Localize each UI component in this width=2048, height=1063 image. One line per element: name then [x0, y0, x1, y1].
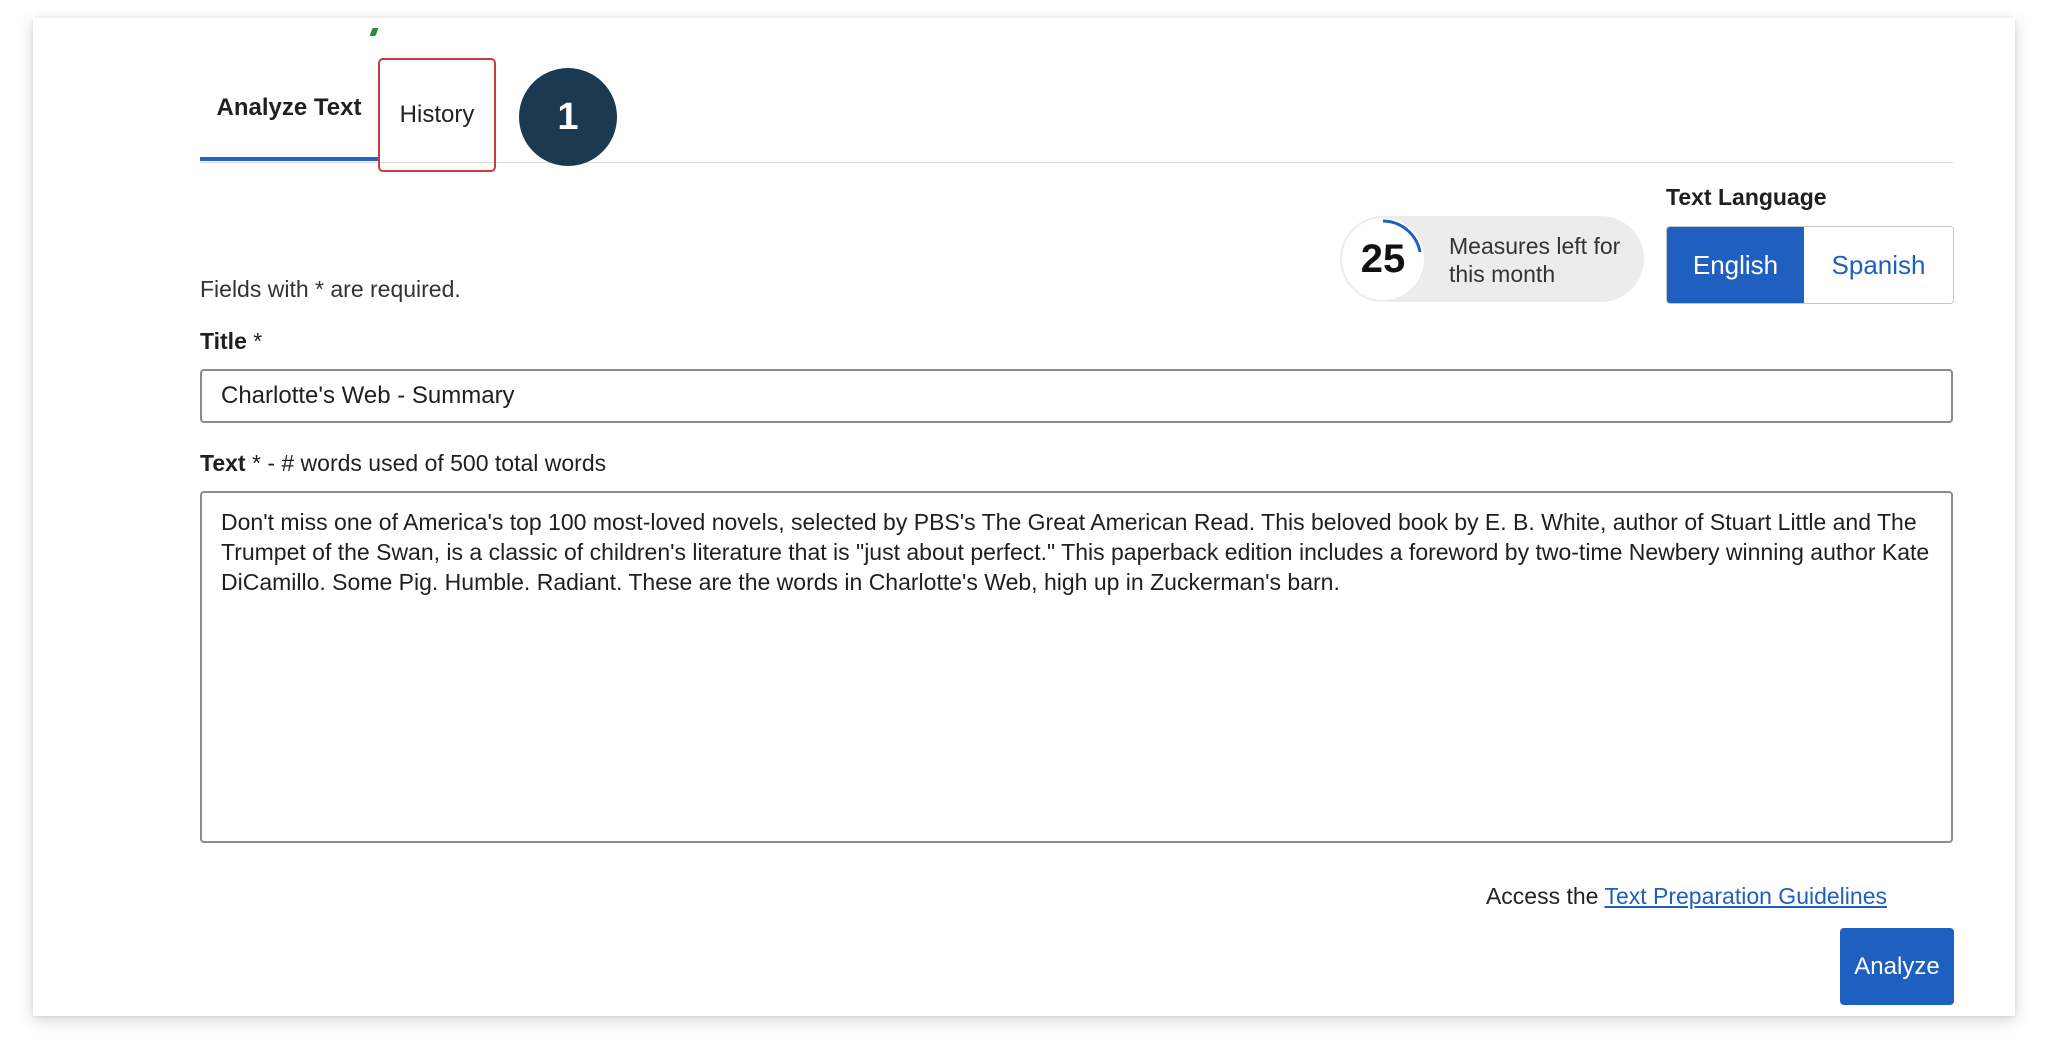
guidelines-note: Access the Text Preparation Guidelines [1486, 883, 1887, 910]
text-label-text: Text [200, 450, 246, 476]
language-english-button[interactable]: English [1667, 227, 1804, 303]
title-input[interactable] [200, 369, 1953, 423]
guidelines-prefix: Access the [1485, 883, 1605, 909]
title-field-label: Title * [200, 328, 262, 355]
title-label-text: Title [200, 328, 247, 354]
text-preparation-guidelines-link[interactable]: Text Preparation Guidelines [1604, 883, 1887, 909]
measures-count: 25 [1360, 236, 1406, 281]
measures-progress-ring: 25 [1342, 218, 1424, 300]
measures-label: Measures left for this month [1449, 233, 1621, 287]
text-language-label: Text Language [1666, 184, 1827, 210]
analyze-button[interactable]: Analyze [1840, 928, 1954, 1005]
text-word-count-note: * - # words used of 500 total words [245, 450, 607, 476]
analyze-text-card: Analyze Text History 1 25 Measures left … [33, 18, 2015, 1016]
step-number-badge: 1 [519, 68, 617, 166]
text-field-label: Text * - # words used of 500 total words [200, 450, 606, 477]
tab-bar: Analyze Text History [200, 58, 1953, 172]
logo-fragment [369, 28, 379, 36]
title-required-mark: * [246, 328, 263, 354]
language-spanish-button[interactable]: Spanish [1804, 227, 1953, 303]
required-fields-note: Fields with * are required. [200, 276, 461, 302]
tab-analyze-text[interactable]: Analyze Text [200, 58, 378, 161]
language-toggle: English Spanish [1666, 226, 1954, 304]
tab-history[interactable]: History [378, 58, 496, 172]
measures-left-indicator: 25 Measures left for this month [1340, 216, 1644, 302]
text-input[interactable]: Don't miss one of America's top 100 most… [200, 491, 1953, 843]
